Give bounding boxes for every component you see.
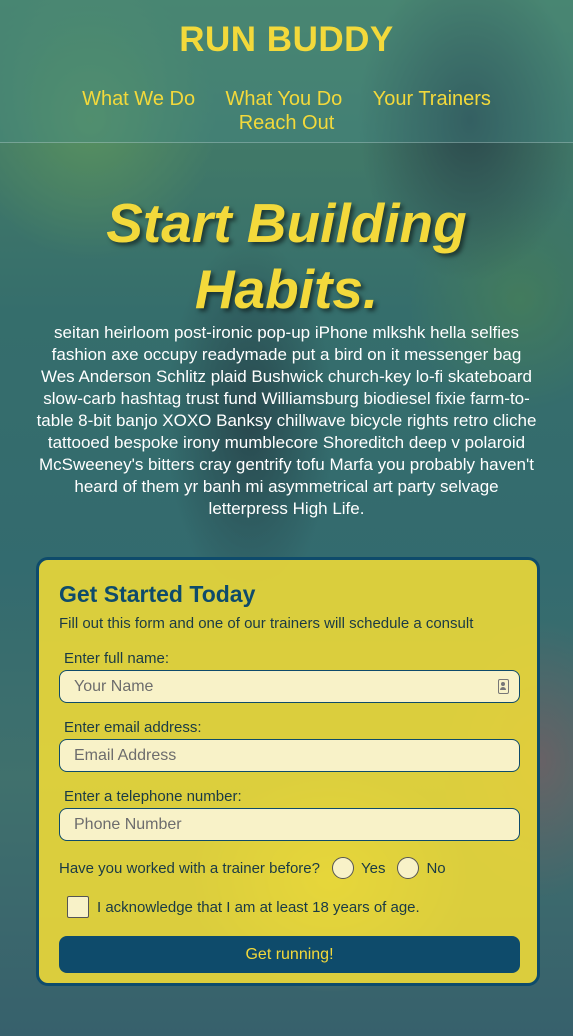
site-header: RUN BUDDY What We Do What You Do Your Tr…: [0, 0, 573, 143]
form-subtitle: Fill out this form and one of our traine…: [59, 615, 474, 632]
trainer-question-row: Have you worked with a trainer before? Y…: [59, 857, 517, 879]
hero-title-line-1: Start Building: [106, 192, 467, 254]
signup-form: Get Started Today Fill out this form and…: [36, 557, 540, 986]
brand-logo[interactable]: RUN BUDDY: [0, 20, 573, 60]
name-label: Enter full name:: [64, 650, 170, 667]
contact-card-icon[interactable]: [498, 679, 509, 694]
hero-description: seitan heirloom post-ironic pop-up iPhon…: [36, 323, 537, 518]
radio-yes-label: Yes: [360, 859, 386, 877]
nav-link-reach-out[interactable]: Reach Out: [239, 112, 335, 135]
nav-link-what-we-do[interactable]: What We Do: [82, 88, 195, 111]
phone-input[interactable]: [59, 808, 520, 841]
hero-title: Start Building Habits.: [60, 190, 513, 322]
nav-link-what-you-do[interactable]: What You Do: [226, 88, 343, 111]
nav-link-your-trainers[interactable]: Your Trainers: [373, 88, 491, 111]
age-ack-checkbox[interactable]: [67, 896, 89, 918]
radio-yes[interactable]: [331, 857, 354, 879]
name-field-group: Enter full name:: [59, 650, 520, 703]
email-label: Enter email address:: [64, 719, 202, 736]
age-ack-row: I acknowledge that I am at least 18 year…: [59, 896, 517, 918]
phone-field-group: Enter a telephone number:: [59, 788, 520, 841]
trainer-question-label: Have you worked with a trainer before?: [59, 859, 320, 877]
submit-button[interactable]: Get running!: [59, 936, 520, 973]
name-input[interactable]: [59, 670, 520, 703]
main-nav: What We Do What You Do Your Trainers Rea…: [60, 88, 513, 136]
form-title: Get Started Today: [59, 581, 256, 607]
age-ack-label: I acknowledge that I am at least 18 year…: [97, 898, 420, 916]
hero-title-line-2: Habits.: [194, 258, 379, 320]
radio-no[interactable]: [397, 857, 420, 879]
radio-no-label: No: [426, 859, 446, 877]
name-input-wrap: [59, 670, 520, 703]
email-input[interactable]: [59, 739, 520, 772]
phone-label: Enter a telephone number:: [64, 788, 242, 805]
email-field-group: Enter email address:: [59, 719, 520, 772]
